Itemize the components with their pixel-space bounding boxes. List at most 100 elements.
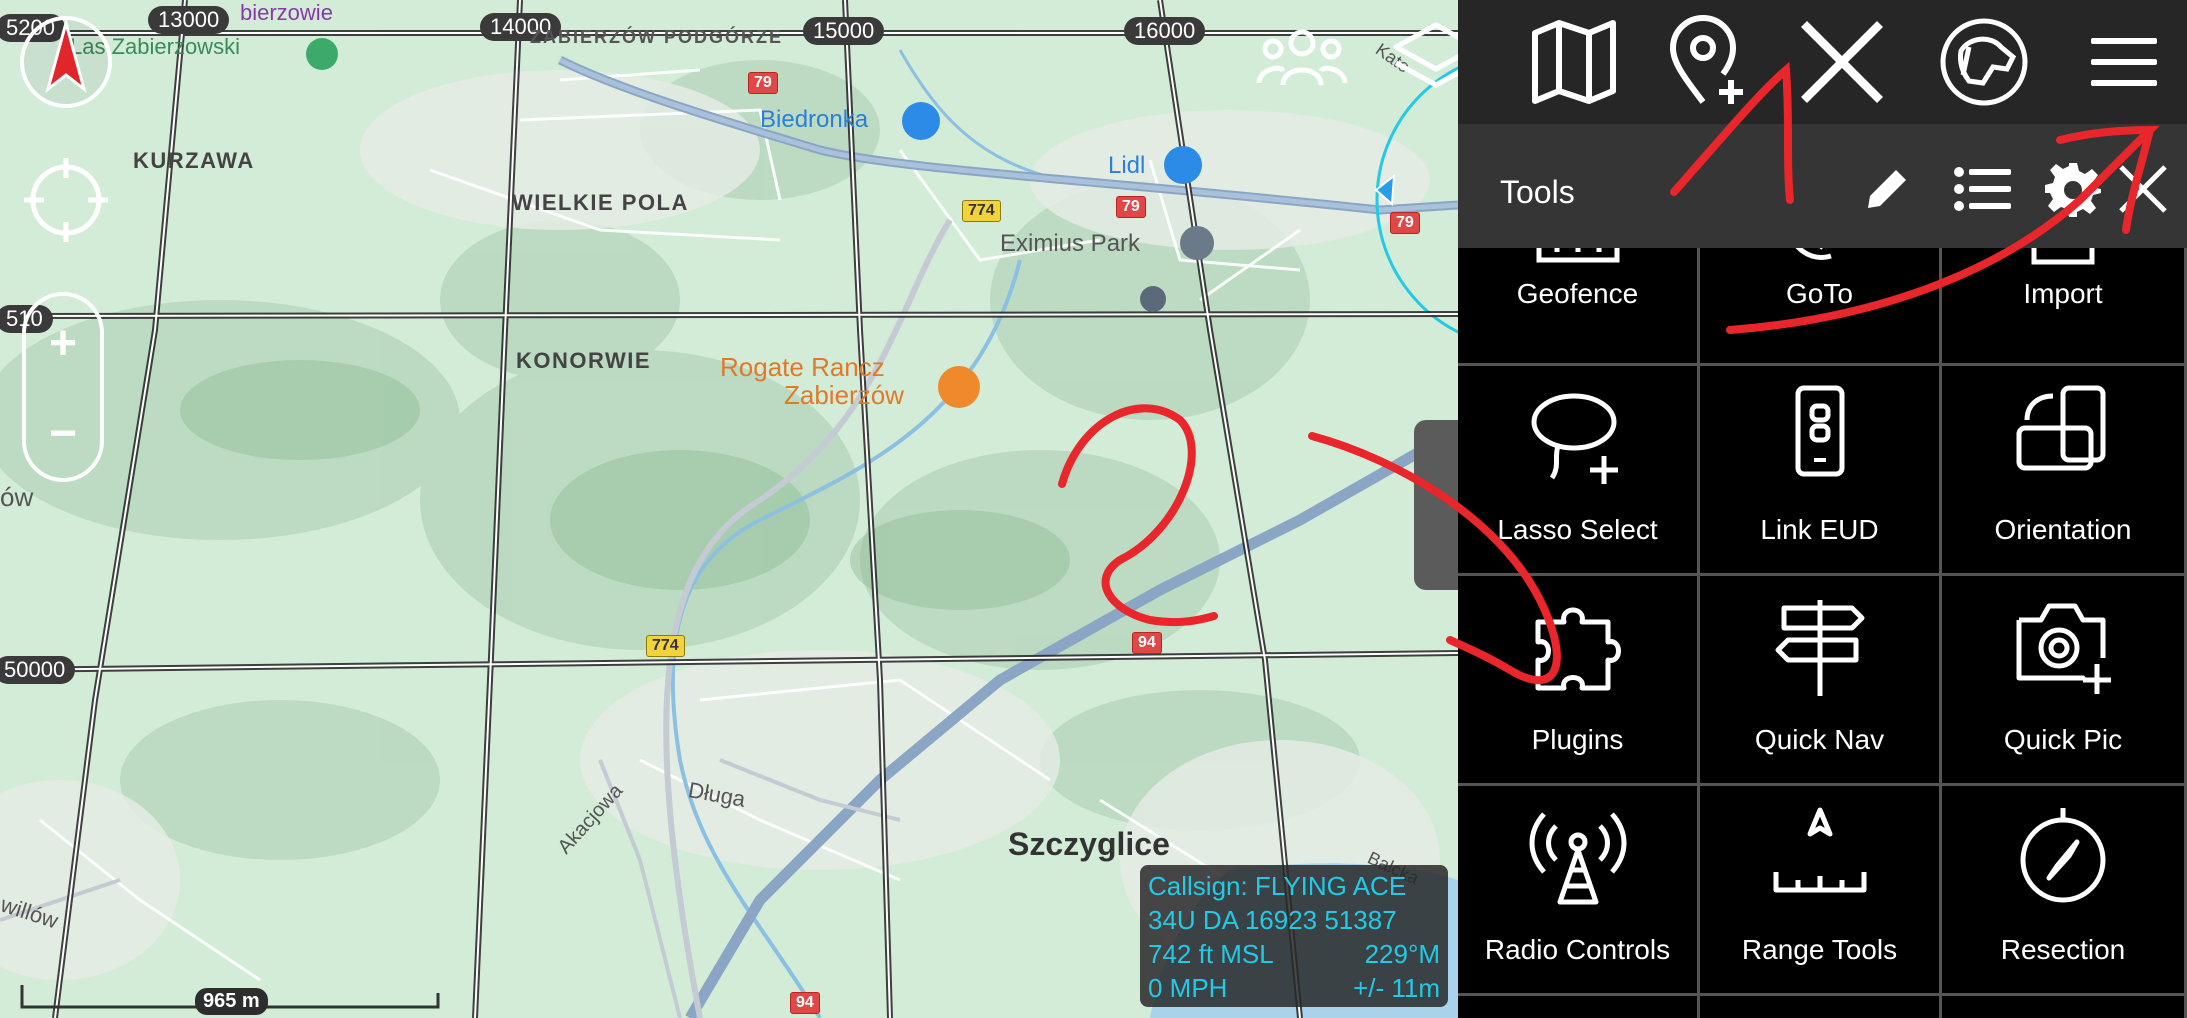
tools-header: Tools [1458, 124, 2187, 248]
tool-label: Radio Controls [1484, 934, 1671, 965]
close-button[interactable] [1792, 12, 1892, 112]
road-shield: 94 [1132, 632, 1162, 654]
tool-label: Orientation [1994, 514, 2132, 545]
tool-goto[interactable]: GoTo [1700, 248, 1942, 366]
road-shield: 79 [748, 72, 778, 94]
tree-icon [306, 38, 338, 70]
list-view-button[interactable] [1948, 154, 2018, 224]
import-icon [2031, 248, 2095, 265]
tool-range-tools[interactable]: Range Tools [1700, 786, 1942, 996]
compass-button[interactable] [20, 16, 112, 108]
camera-plus-icon [2016, 603, 2111, 694]
zoom-in-button[interactable]: + [26, 316, 100, 371]
dog-button[interactable] [1934, 12, 2034, 112]
range-icon [1773, 807, 1866, 893]
cart-icon[interactable] [902, 102, 940, 140]
dog-icon [1940, 18, 2028, 106]
radio-tower-icon [1529, 812, 1626, 905]
map-icon [1532, 20, 1616, 104]
map-button[interactable] [1524, 12, 1624, 112]
restaurant-icon[interactable] [938, 366, 980, 408]
tool-resection[interactable]: Resection [1942, 786, 2187, 996]
tool-orientation[interactable]: Orientation [1942, 366, 2187, 576]
place-wielkie-pola: WIELKIE POLA [512, 190, 689, 215]
gear-icon [2045, 163, 2101, 217]
close-x-icon [1801, 21, 1883, 103]
heading-text: 229°M [1364, 939, 1440, 969]
tool-lasso-select[interactable]: Lasso Select [1458, 366, 1700, 576]
tool-label: Quick Nav [1754, 724, 1885, 755]
store-icon[interactable] [1164, 146, 1202, 184]
tool-label: Quick Pic [2003, 724, 2123, 755]
place-ow: ów [0, 482, 34, 512]
place-kurzawa: KURZAWA [133, 148, 255, 173]
puzzle-icon [1535, 607, 1621, 691]
signpost-icon [1775, 600, 1864, 696]
tool-quick-pic[interactable]: Quick Pic [1942, 576, 2187, 786]
goto-icon [1795, 248, 1832, 260]
park-icon[interactable] [1180, 226, 1214, 260]
add-point-button[interactable] [1658, 12, 1758, 112]
speed-text: 0 MPH [1148, 973, 1228, 1003]
list-icon [1954, 167, 2011, 211]
road-shield: 79 [1116, 196, 1146, 218]
road-shield: 94 [790, 992, 820, 1014]
tool-label: Plugins [1531, 724, 1624, 755]
poi-rogate-line1: Rogate Rancz [720, 352, 885, 382]
tool-row5-c[interactable] [1942, 996, 2187, 1018]
place-zabierzowie: bierzowie [240, 0, 333, 25]
team-icon [1256, 29, 1348, 86]
grid-label-x: 13000 [148, 6, 230, 34]
place-szczyglice: Szczyglice [1008, 826, 1170, 862]
link-phone-icon [1795, 385, 1844, 477]
tool-geofence[interactable]: Geofence [1458, 248, 1700, 366]
road-shield: 774 [646, 635, 685, 657]
tool-quick-nav[interactable]: Quick Nav [1700, 576, 1942, 786]
geofence-icon [1536, 248, 1619, 263]
orientation-icon [2016, 385, 2106, 471]
bus-stop-icon[interactable] [1140, 286, 1166, 312]
drawer-handle[interactable] [1414, 420, 1458, 590]
close-tools-button[interactable] [2108, 154, 2178, 224]
poi-biedronka: Biedronka [760, 106, 869, 133]
close-icon [2119, 165, 2167, 213]
tool-radio-controls[interactable]: Radio Controls [1458, 786, 1700, 996]
zoom-control: + − [22, 292, 104, 482]
altitude-text: 742 ft MSL [1148, 939, 1274, 969]
lasso-icon [1531, 393, 1618, 484]
tools-grid: Geofence GoTo Import Lasso Select Link E… [1458, 248, 2187, 1018]
place-konorwie: KONORWIE [516, 348, 652, 373]
tool-plugins[interactable]: Plugins [1458, 576, 1700, 786]
team-button[interactable] [1252, 10, 1352, 110]
crosshair-icon [24, 158, 108, 242]
tool-label: Geofence [1516, 278, 1639, 309]
callsign-text: Callsign: FLYING ACE [1148, 871, 1407, 901]
grid-ref-text: 34U DA 16923 51387 [1148, 905, 1397, 935]
grid-label-x: 15000 [803, 17, 885, 45]
road-shield: 774 [962, 200, 1001, 222]
locate-me-button[interactable] [20, 154, 112, 246]
tools-title: Tools [1500, 174, 1575, 210]
grid-label-x: 16000 [1124, 17, 1206, 45]
location-info-box[interactable]: Callsign: FLYING ACE 34U DA 16923 51387 … [1140, 865, 1448, 1007]
tool-label: Import [2023, 278, 2103, 309]
place-podgorze: ZABIERZÓW PODGÓRZE [530, 27, 783, 47]
menu-button[interactable] [2074, 12, 2174, 112]
tool-import[interactable]: Import [1942, 248, 2187, 366]
tool-label: Link EUD [1760, 514, 1879, 545]
tool-link-eud[interactable]: Link EUD [1700, 366, 1942, 576]
compass-icon [2020, 808, 2106, 903]
place-eximius: Eximius Park [1000, 230, 1141, 257]
top-toolbar [1458, 0, 2187, 124]
tool-label: Lasso Select [1497, 514, 1658, 545]
grid-label-y: 50000 [0, 656, 76, 684]
map-view[interactable]: 13000 14000 15000 16000 5200 510 50000 K… [0, 0, 1458, 1018]
tool-row5-a[interactable] [1458, 996, 1700, 1018]
add-point-icon [1669, 15, 1743, 104]
poi-rogate-line2: Zabierzów [784, 380, 904, 410]
pencil-icon [1868, 170, 1906, 208]
edit-button[interactable] [1852, 154, 1922, 224]
tool-row5-b[interactable] [1700, 996, 1942, 1018]
settings-button[interactable] [2038, 154, 2108, 224]
zoom-out-button[interactable]: − [26, 406, 100, 461]
